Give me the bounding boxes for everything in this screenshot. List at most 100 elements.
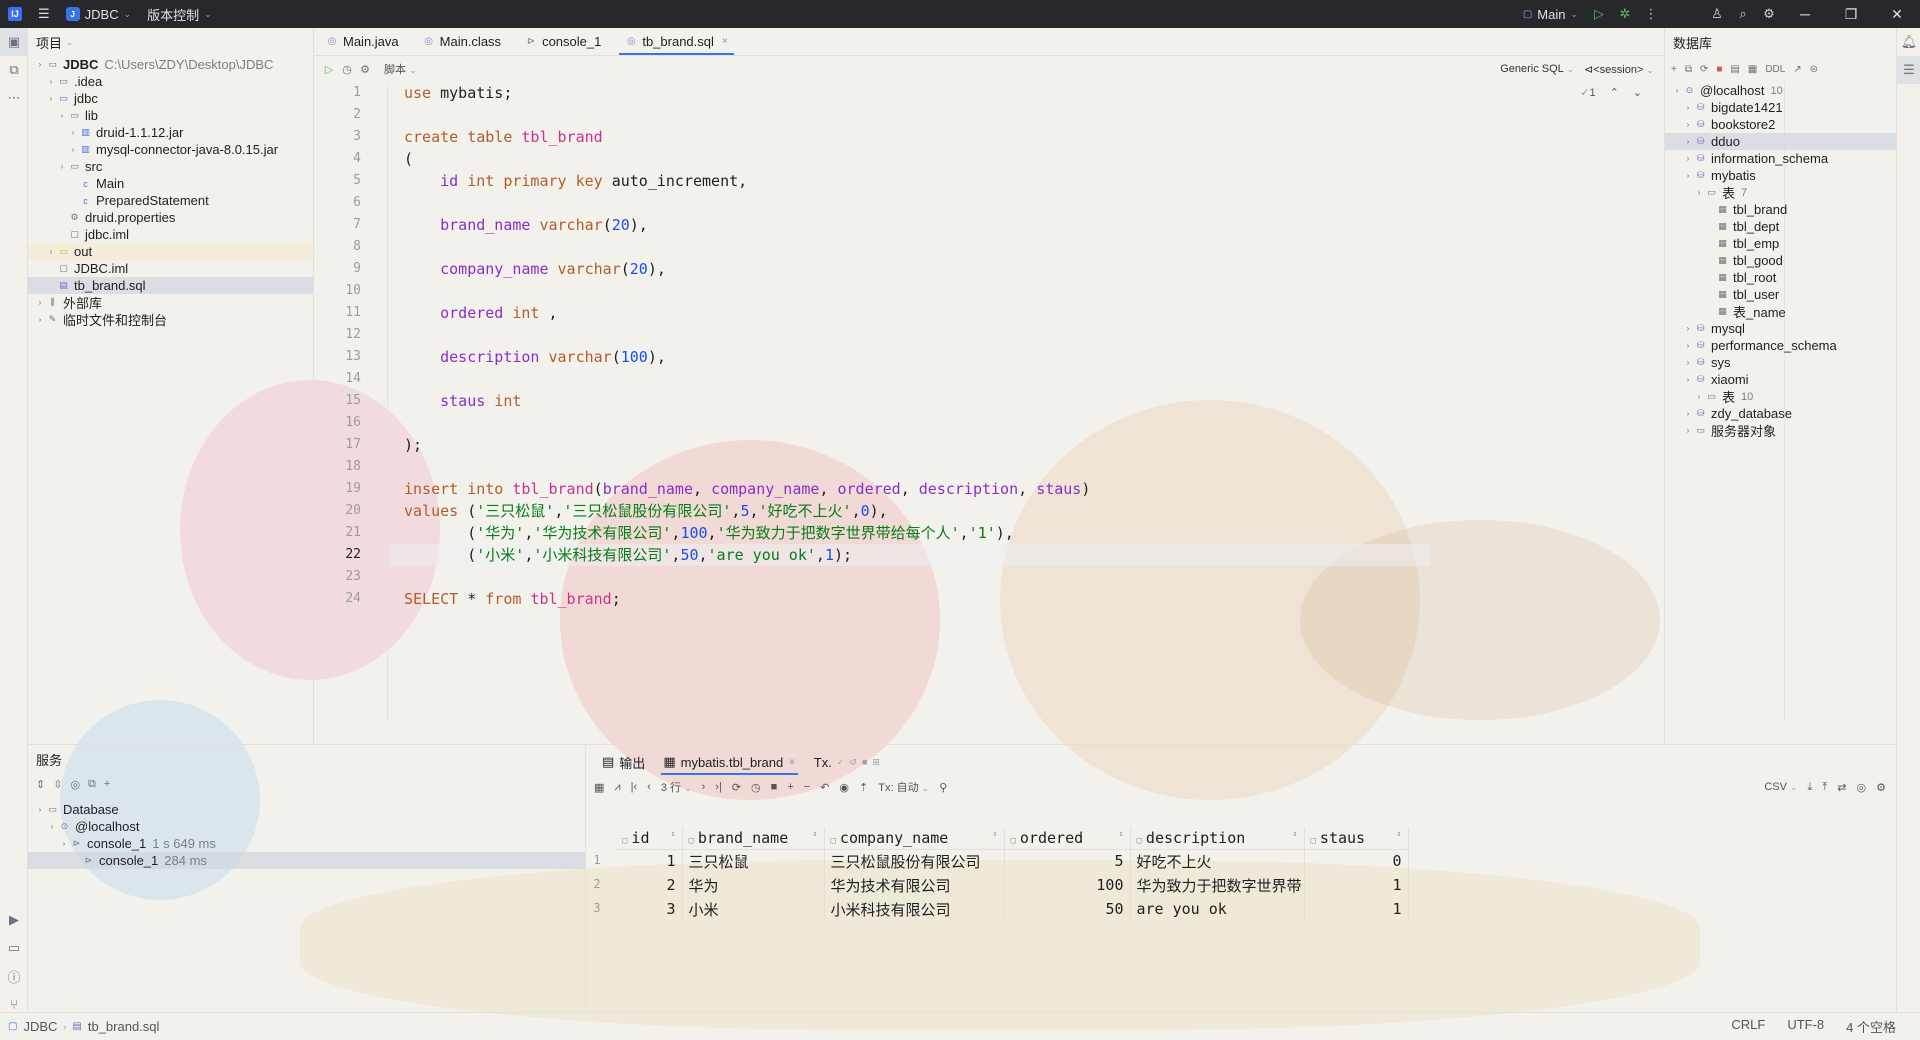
account-icon[interactable]: ♙ [1704,6,1730,22]
tree-item[interactable]: › ▭ Database [28,801,585,818]
tx-controls[interactable]: Tx. ✓ ↺ ■ ⊞ [808,749,886,775]
tab-tb-brand-sql[interactable]: ◎ tb_brand.sql × [613,27,739,55]
table-cell[interactable]: 华为 [682,873,825,897]
view-options-icon[interactable]: ◎ [70,778,80,791]
close-icon[interactable]: × [722,36,728,47]
code-line[interactable]: insert into tbl_brand(brand_name, compan… [390,478,1430,500]
expand-arrow-icon[interactable]: › [34,298,46,307]
column-header[interactable]: ▢ description ⇕ [1130,827,1305,850]
tree-item[interactable]: ▦ tbl_good [1665,252,1896,269]
settings-icon[interactable]: ⚙ [356,63,374,76]
expand-arrow-icon[interactable]: › [45,94,57,103]
sql-editor[interactable]: 1 2 3 4 5 6 7 8 9 10 11 12 13 14 15 16 17 18 19 20 21 22 23 24 … [314,82,1785,744]
tree-item[interactable]: › ▭ .idea [28,73,313,90]
indent-setting[interactable]: 4 个空格 [1846,1017,1896,1036]
commit-icon[interactable]: ✓ [837,757,845,768]
stop-icon[interactable]: ■ [771,781,778,793]
main-menu-button[interactable]: ☰ [30,0,58,28]
preview-icon[interactable]: ◉ [839,781,849,794]
new-tab-icon[interactable]: ⧉ [88,778,96,791]
next-page-icon[interactable]: › [702,781,706,793]
tab-main-java[interactable]: ◎ Main.java [314,27,411,55]
tree-item[interactable]: › ▥ druid-1.1.12.jar [28,124,313,141]
code-line[interactable]: ordered int , [390,302,1430,324]
dialect-selector[interactable]: Generic SQL ⌄ [1500,63,1574,75]
table-cell[interactable]: 好吃不上火 [1130,849,1305,873]
table-row[interactable]: 3 小米 小米科技有限公司 50 are you ok 1 [616,897,1409,921]
table-cell[interactable]: 三只松鼠股份有限公司 [824,849,1005,873]
tree-item[interactable]: › ▭ jdbc [28,90,313,107]
tree-item[interactable]: › ⛁ dduo [1665,133,1896,150]
table-cell[interactable]: 1 [1304,897,1409,921]
column-header[interactable]: ▢ brand_name ⇕ [682,827,825,850]
tree-item[interactable]: › ⊳ console_1 1 s 649 ms [28,835,585,852]
expand-arrow-icon[interactable]: › [56,111,68,120]
add-service-icon[interactable]: + [104,778,110,790]
line-separator[interactable]: CRLF [1731,1017,1765,1036]
first-page-icon[interactable]: |‹ [631,781,638,793]
restore-icon[interactable]: ❐ [1828,0,1874,28]
table-row[interactable]: 2 华为 华为技术有限公司 100 华为致力于把数字世界带 1 [616,873,1409,897]
tree-item[interactable]: ▦ tbl_user [1665,286,1896,303]
expand-arrow-icon[interactable]: › [34,315,46,324]
tree-item[interactable]: › ▭ JDBC C:\Users\ZDY\Desktop\JDBC [28,56,313,73]
table-cell[interactable]: 100 [1004,873,1131,897]
tree-item[interactable]: › ⛁ mybatis [1665,167,1896,184]
breadcrumb-project[interactable]: JDBC [23,1019,57,1034]
ddl-button[interactable]: DDL [1765,64,1785,75]
code-line[interactable]: ('小米','小米科技有限公司',50,'are you ok',1); [390,544,1430,566]
expand-arrow-icon[interactable]: › [1682,375,1694,384]
filter-icon[interactable]: ⊜ [1810,64,1818,75]
expand-arrow-icon[interactable]: › [67,128,79,137]
refresh-icon[interactable]: ⟳ [1700,64,1708,75]
tree-item[interactable]: ▦ tbl_root [1665,269,1896,286]
notifications-icon[interactable]: 🔔︎ [1897,28,1920,56]
code-line[interactable]: brand_name varchar(20), [390,214,1430,236]
tree-item[interactable]: › ⛁ sys [1665,354,1896,371]
sort-icon[interactable]: ⇕ [813,829,818,838]
tree-item[interactable]: ▦ tbl_emp [1665,235,1896,252]
history-icon[interactable]: ◷ [338,63,356,76]
code-line[interactable] [390,456,1430,478]
sort-icon[interactable]: ⇕ [993,829,998,838]
tree-item[interactable]: ▦ 表_name [1665,303,1896,320]
code-line[interactable]: values ('三只松鼠','三只松鼠股份有限公司',5,'好吃不上火',0)… [390,500,1430,522]
expand-arrow-icon[interactable]: › [58,839,70,848]
result-grid[interactable]: ▢ id ⇕ ▢ brand_name ⇕ ▢ company_name ⇕ ▢ ordered ⇕ ▢… [616,827,1409,921]
layout-icon[interactable]: ⊞ [872,757,880,768]
tree-item[interactable]: › ⊙ @localhost 10 [1665,82,1896,99]
tab-output[interactable]: ▤ 输出 [596,749,651,775]
reload-icon[interactable]: ⟳ [732,781,741,794]
expand-arrow-icon[interactable]: › [1682,120,1694,129]
upload-icon[interactable]: ⤒ [1822,781,1827,794]
database-tool-icon[interactable]: ☰ [1897,56,1920,84]
code-line[interactable]: SELECT * from tbl_brand; [390,588,1430,610]
tree-item[interactable]: › ⛁ mysql [1665,320,1896,337]
query-info-icon[interactable]: ◷ [751,781,761,794]
code-area[interactable]: use mybatis; create table tbl_brand( id i… [390,82,1430,610]
expand-all-icon[interactable]: ⇕ [36,778,45,791]
tree-item[interactable]: › ▭ 表 7 [1665,184,1896,201]
tree-item[interactable]: › ▭ src [28,158,313,175]
copy-icon[interactable]: ⧉ [1685,64,1692,75]
expand-arrow-icon[interactable]: › [1682,324,1694,333]
run-config-selector[interactable]: ▢ Main ⌄ [1515,0,1586,28]
code-line[interactable] [390,368,1430,390]
table-cell[interactable]: 1 [616,849,683,873]
breadcrumb-file[interactable]: tb_brand.sql [88,1019,160,1034]
code-line[interactable] [390,192,1430,214]
chevron-down-icon[interactable]: ⌄ [1633,86,1642,99]
last-page-icon[interactable]: ›| [715,781,722,793]
code-line[interactable] [390,236,1430,258]
chart-view-icon[interactable]: ⩘ [614,781,620,794]
tab-console-1[interactable]: ⊳ console_1 [513,27,613,55]
execute-icon[interactable]: ▷ [320,63,338,76]
expand-arrow-icon[interactable]: › [1693,188,1705,197]
code-line[interactable]: ( [390,148,1430,170]
row-count[interactable]: 3 行 ⌄ [661,779,692,795]
table-cell[interactable]: are you ok [1130,897,1305,921]
table-cell[interactable]: 华为技术有限公司 [824,873,1005,897]
table-cell[interactable]: 小米 [682,897,825,921]
sort-icon[interactable]: ⇕ [1293,829,1298,838]
tree-item[interactable]: › ▭ lib [28,107,313,124]
